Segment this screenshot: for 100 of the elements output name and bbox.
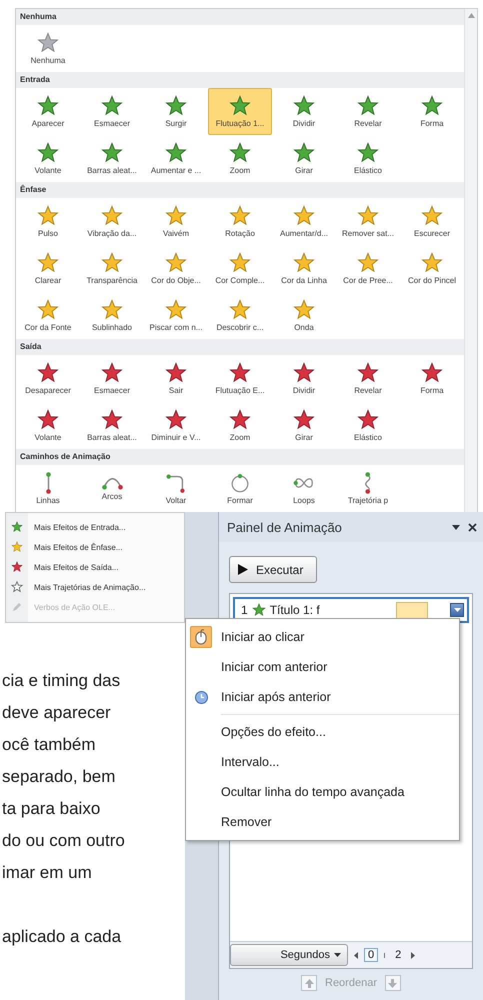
- effect-item[interactable]: Arcos: [80, 465, 144, 512]
- star-icon: [37, 362, 59, 384]
- close-icon[interactable]: [468, 522, 477, 532]
- effect-item[interactable]: Clarear: [16, 245, 80, 292]
- effect-item[interactable]: Piscar com n...: [144, 292, 208, 339]
- effect-item[interactable]: Sair: [144, 355, 208, 402]
- effect-item[interactable]: Forma: [400, 355, 464, 402]
- star-icon: [101, 95, 123, 117]
- effect-item[interactable]: Forma: [400, 88, 464, 135]
- menu-item[interactable]: Intervalo...: [186, 747, 459, 777]
- star-icon: [37, 205, 59, 227]
- menu-item[interactable]: Mais Trajetórias de Animação...: [6, 577, 184, 597]
- effect-item[interactable]: Aumentar e ...: [144, 135, 208, 182]
- effect-item[interactable]: Pulso: [16, 198, 80, 245]
- effect-item[interactable]: Voltar: [144, 465, 208, 512]
- text-line: deve aparecer: [1, 702, 112, 724]
- effect-item[interactable]: Formar: [208, 465, 272, 512]
- star-icon: [357, 409, 379, 431]
- effect-item[interactable]: Cor do Pincel: [400, 245, 464, 292]
- effect-item[interactable]: Barras aleat...: [80, 135, 144, 182]
- effect-item[interactable]: Descobrir c...: [208, 292, 272, 339]
- effect-item[interactable]: Cor do Obje...: [144, 245, 208, 292]
- effect-item[interactable]: Barras aleat...: [80, 402, 144, 449]
- star-icon: [229, 362, 251, 384]
- effect-item[interactable]: Girar: [272, 402, 336, 449]
- text-line: aplicado a cada: [1, 926, 122, 948]
- left-arrow-icon[interactable]: [354, 952, 358, 958]
- star-icon: [11, 561, 23, 573]
- menu-item[interactable]: Ocultar linha do tempo avançada: [186, 777, 459, 807]
- effect-item[interactable]: Volante: [16, 135, 80, 182]
- star-icon: [357, 95, 379, 117]
- star-icon: [293, 409, 315, 431]
- effect-item[interactable]: Sublinhado: [80, 292, 144, 339]
- star-icon: [357, 142, 379, 164]
- item-dropdown-button[interactable]: [450, 603, 464, 617]
- effect-item[interactable]: Zoom: [208, 135, 272, 182]
- effect-item[interactable]: Escurecer: [400, 198, 464, 245]
- effect-item[interactable]: Revelar: [336, 88, 400, 135]
- effect-item[interactable]: Esmaecer: [80, 355, 144, 402]
- star-icon: [293, 252, 315, 274]
- menu-item[interactable]: Iniciar ao clicar: [186, 622, 459, 652]
- star-icon: [37, 142, 59, 164]
- effect-item[interactable]: Desaparecer: [16, 355, 80, 402]
- line-path-icon: [46, 472, 50, 494]
- dropdown-icon[interactable]: [452, 524, 460, 530]
- star-icon: [165, 205, 187, 227]
- effect-item[interactable]: Volante: [16, 402, 80, 449]
- effect-item[interactable]: Onda: [272, 292, 336, 339]
- effect-item[interactable]: Elástico: [336, 402, 400, 449]
- effect-item[interactable]: Nenhuma: [16, 25, 80, 72]
- effect-item[interactable]: Revelar: [336, 355, 400, 402]
- scrollbar[interactable]: [464, 9, 477, 512]
- effect-item[interactable]: Cor de Pree...: [336, 245, 400, 292]
- effect-item[interactable]: Surgir: [144, 88, 208, 135]
- star-icon: [293, 142, 315, 164]
- effect-item[interactable]: Cor da Fonte: [16, 292, 80, 339]
- effect-item[interactable]: Transparência: [80, 245, 144, 292]
- menu-item[interactable]: Mais Efeitos de Saída...: [6, 557, 184, 577]
- menu-item[interactable]: Mais Efeitos de Ênfase...: [6, 537, 184, 557]
- star-icon: [229, 142, 251, 164]
- menu-item[interactable]: Remover: [186, 807, 459, 837]
- effect-item[interactable]: Diminuir e V...: [144, 402, 208, 449]
- star-icon: [421, 95, 443, 117]
- effect-item[interactable]: Linhas: [16, 465, 80, 512]
- star-icon: [11, 541, 23, 553]
- star-icon: [357, 362, 379, 384]
- star-icon: [229, 205, 251, 227]
- section-header: Saída: [16, 339, 464, 355]
- right-arrow-icon[interactable]: [411, 952, 416, 958]
- effect-item[interactable]: Elástico: [336, 135, 400, 182]
- turn-path-icon: [165, 472, 187, 494]
- star-icon: [101, 362, 123, 384]
- effect-item[interactable]: Vibração da...: [80, 198, 144, 245]
- seconds-dropdown[interactable]: Segundos: [230, 944, 348, 966]
- effect-item[interactable]: Trajetória p: [336, 465, 400, 512]
- effect-item[interactable]: Zoom: [208, 402, 272, 449]
- effect-item[interactable]: Dividir: [272, 88, 336, 135]
- menu-item[interactable]: Opções do efeito...: [186, 717, 459, 747]
- effect-item[interactable]: Aumentar/d...: [272, 198, 336, 245]
- star-icon: [101, 409, 123, 431]
- menu-item[interactable]: Mais Efeitos de Entrada...: [6, 517, 184, 537]
- effect-item[interactable]: Girar: [272, 135, 336, 182]
- menu-item[interactable]: Iniciar após anterior: [186, 682, 459, 712]
- effect-item[interactable]: Rotação: [208, 198, 272, 245]
- effect-item[interactable]: Esmaecer: [80, 88, 144, 135]
- effect-item[interactable]: Cor da Linha: [272, 245, 336, 292]
- menu-item[interactable]: Iniciar com anterior: [186, 652, 459, 682]
- effect-item[interactable]: Loops: [272, 465, 336, 512]
- down-arrow-icon: [388, 978, 398, 988]
- effect-item[interactable]: Vaivém: [144, 198, 208, 245]
- effect-item[interactable]: Flutuação 1...: [208, 88, 272, 135]
- timing-bar: [396, 602, 428, 618]
- dropdown-icon: [454, 608, 460, 612]
- effect-item[interactable]: Remover sat...: [336, 198, 400, 245]
- effect-item[interactable]: Cor Comple...: [208, 245, 272, 292]
- play-button[interactable]: Executar: [229, 556, 317, 583]
- effect-item[interactable]: Aparecer: [16, 88, 80, 135]
- effect-item[interactable]: Dividir: [272, 355, 336, 402]
- text-line: ta para baixo: [1, 798, 102, 820]
- effect-item[interactable]: Flutuação E...: [208, 355, 272, 402]
